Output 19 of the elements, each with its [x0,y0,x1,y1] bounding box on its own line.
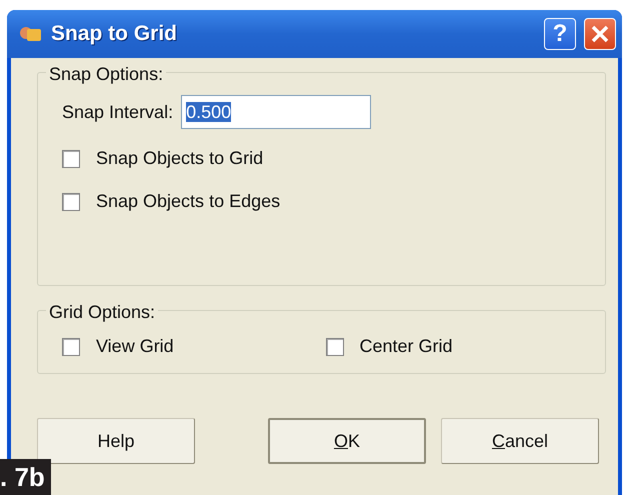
dialog-button[interactable]: Cancel [441,418,599,464]
checkbox-option[interactable]: Snap Objects to Grid [62,145,589,172]
checkbox[interactable] [62,192,80,210]
checkbox[interactable] [326,338,344,356]
dialog-button[interactable]: OK [268,418,426,464]
checkbox-option[interactable]: Center Grid [326,333,589,360]
checkbox[interactable] [62,338,80,356]
figure-label: . 7b [0,459,51,495]
checkbox-option[interactable]: View Grid [62,333,326,360]
dialog-button[interactable]: Help [37,418,195,464]
app-icon [19,24,43,44]
close-icon [590,24,610,44]
checkbox-option[interactable]: Snap Objects to Edges [62,188,589,215]
checkbox[interactable] [62,150,80,168]
window-title: Snap to Grid [51,21,178,48]
field-label: Snap Interval: [62,100,174,124]
close-button[interactable] [584,18,616,50]
help-button[interactable]: ? [544,18,576,50]
snap-interval-field[interactable]: 0.500 [181,95,372,129]
